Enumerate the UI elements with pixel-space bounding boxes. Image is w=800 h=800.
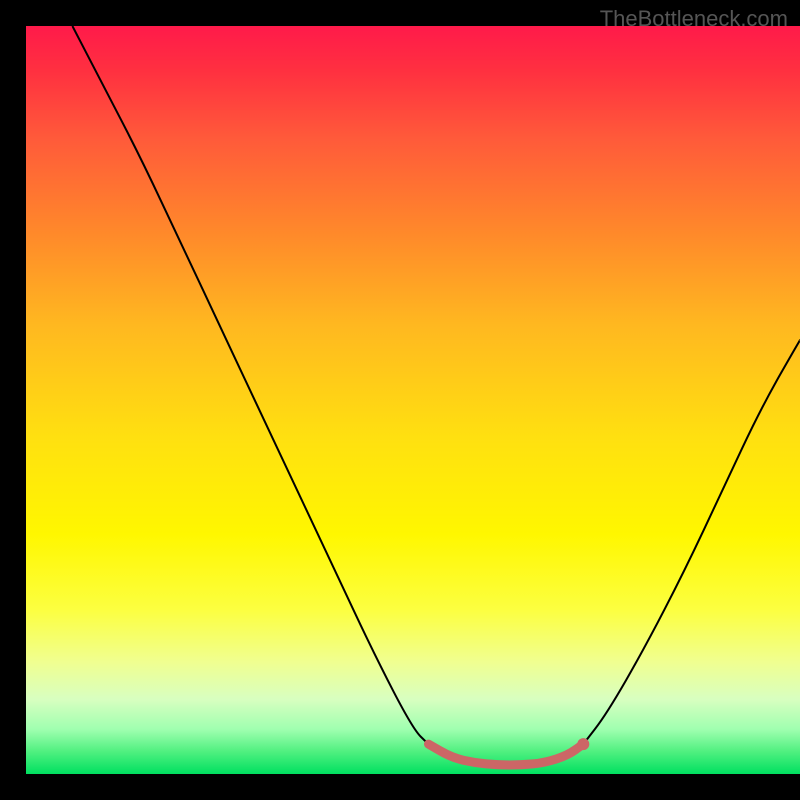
curve-left-branch bbox=[72, 26, 428, 744]
curve-right-branch bbox=[583, 340, 800, 744]
plot-area bbox=[26, 26, 800, 774]
chart-svg bbox=[26, 26, 800, 774]
trough-highlight bbox=[429, 744, 584, 765]
trough-end-dot bbox=[577, 738, 589, 750]
watermark-text: TheBottleneck.com bbox=[600, 6, 788, 32]
